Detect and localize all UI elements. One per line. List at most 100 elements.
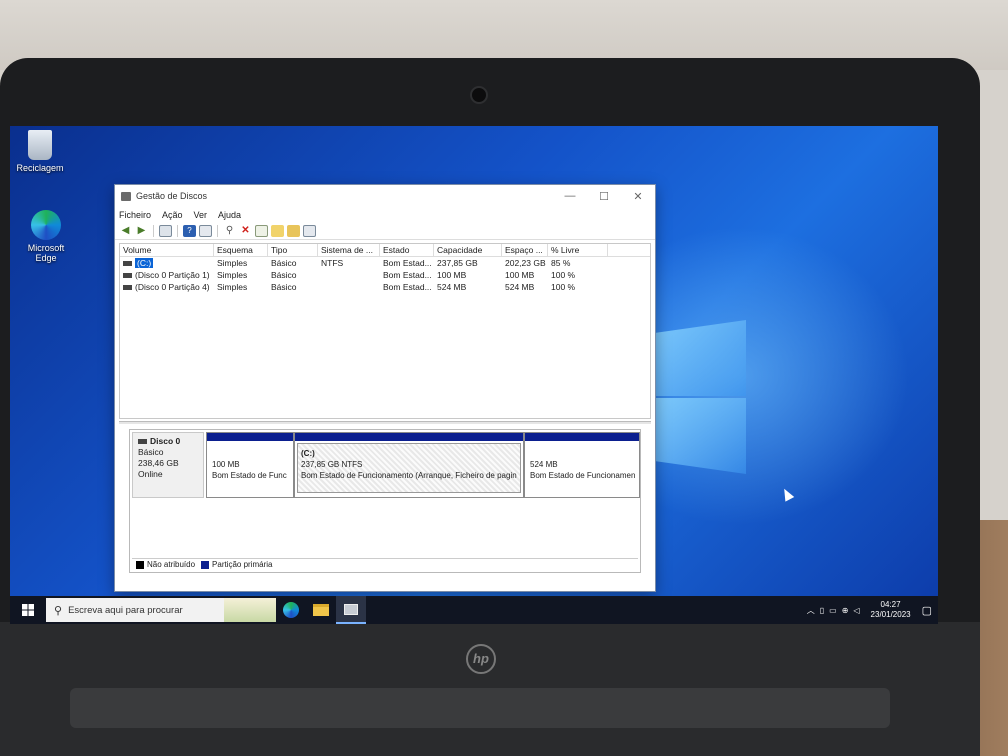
device-icon[interactable]: ▯: [820, 606, 824, 615]
primary-partition-band: [207, 433, 293, 441]
table-cell: 100 %: [551, 282, 576, 292]
chevron-up-icon[interactable]: ︿: [807, 605, 815, 616]
column-header[interactable]: Esquema: [214, 244, 268, 256]
menu-file[interactable]: Ficheiro: [119, 210, 151, 220]
partition-size: 100 MB: [212, 460, 240, 469]
disk-management-window[interactable]: Gestão de Discos — ☐ ✕ Ficheiro Ação Ver…: [114, 184, 656, 592]
folder-up-icon[interactable]: [271, 224, 284, 237]
pane-splitter[interactable]: [119, 421, 651, 424]
desktop-icon-label: Microsoft Edge: [27, 243, 65, 263]
taskbar-search-box[interactable]: ⚲ Escreva aqui para procurar: [46, 598, 276, 622]
table-cell: 524 MB: [505, 282, 535, 292]
table-cell: Básico: [271, 270, 297, 280]
drive-icon: [123, 261, 132, 267]
connect-icon[interactable]: ⚲: [223, 225, 236, 237]
table-cell: [318, 281, 380, 293]
primary-partition-band: [295, 433, 523, 441]
table-cell: [318, 269, 380, 281]
column-header[interactable]: Sistema de ...: [318, 244, 380, 256]
search-icon: ⚲: [54, 604, 63, 617]
drive-icon: [123, 285, 132, 291]
check-icon[interactable]: [255, 224, 268, 237]
menu-action[interactable]: Ação: [162, 210, 183, 220]
partition-c[interactable]: (C:) 237,85 GB NTFS Bom Estado de Funcio…: [294, 432, 524, 498]
help-icon[interactable]: ?: [183, 224, 196, 237]
menu-help[interactable]: Ajuda: [218, 210, 241, 220]
column-header[interactable]: % Livre: [548, 244, 608, 256]
system-tray: ︿ ▯ ▭ ⊕ ◁ 04:27 23/01/2023 ▢: [807, 600, 938, 620]
partition-details: (C:) 237,85 GB NTFS Bom Estado de Funcio…: [297, 443, 521, 493]
legend-label: Não atribuído: [147, 560, 196, 569]
clock-time: 04:27: [880, 600, 901, 609]
column-header[interactable]: Estado: [380, 244, 434, 256]
taskbar-file-explorer[interactable]: [306, 596, 336, 624]
disk-name: Disco 0: [150, 436, 181, 446]
volume-cell: (Disco 0 Partição 4): [120, 281, 214, 293]
table-cell: NTFS: [321, 258, 344, 268]
volume-icon[interactable]: ◁: [853, 606, 859, 615]
table-cell: 524 MB: [437, 282, 467, 292]
partition-status: Bom Estado de Funcionamen: [530, 471, 636, 480]
taskbar-disk-management[interactable]: [336, 596, 366, 624]
partition-4[interactable]: 524 MB Bom Estado de Funcionamen: [524, 432, 640, 498]
table-row[interactable]: (C:) Simples Básico NTFS Bom Estad... 23…: [120, 257, 650, 269]
column-header[interactable]: Espaço ...: [502, 244, 548, 256]
legend: Não atribuído Partição primária: [132, 558, 638, 570]
toolbar-separator: [217, 224, 218, 237]
desktop-icon-edge[interactable]: Microsoft Edge: [16, 210, 76, 263]
edge-icon: [31, 210, 61, 240]
maximize-button[interactable]: ☐: [587, 190, 621, 203]
table-cell: Bom Estad...: [383, 282, 432, 292]
battery-icon[interactable]: ▭: [829, 606, 837, 615]
partition-size: 237,85 GB NTFS: [301, 460, 363, 469]
console-tree-icon[interactable]: [159, 224, 172, 237]
disk-info-panel[interactable]: Disco 0 Básico 238,46 GB Online: [132, 432, 204, 498]
list-view-icon[interactable]: [303, 224, 316, 237]
disk-size: 238,46 GB: [138, 458, 179, 468]
table-cell: 100 MB: [505, 270, 535, 280]
close-button[interactable]: ✕: [621, 190, 655, 203]
desktop-icon-recycle-bin[interactable]: Reciclagem: [10, 130, 70, 173]
search-highlight-art: [224, 598, 276, 622]
toolbar-separator: [153, 224, 154, 237]
back-arrow-icon[interactable]: ◀: [119, 225, 132, 237]
volume-cell: (Disco 0 Partição 1): [120, 269, 214, 281]
network-globe-icon[interactable]: ⊕: [842, 606, 849, 615]
partition-status: Bom Estado de Funcionamento (Arranque, F…: [301, 471, 517, 480]
partition-details: 524 MB Bom Estado de Funcionamen: [527, 443, 637, 493]
table-cell: 100 MB: [437, 270, 467, 280]
title-bar[interactable]: Gestão de Discos — ☐ ✕: [115, 185, 655, 207]
delete-icon[interactable]: ✕: [239, 225, 252, 237]
disk-management-icon: [344, 603, 358, 615]
table-cell: Básico: [271, 282, 297, 292]
recycle-bin-icon: [28, 130, 52, 160]
table-cell: Bom Estad...: [383, 270, 432, 280]
edge-icon: [283, 602, 299, 618]
volume-name: (Disco 0 Partição 4): [135, 282, 210, 292]
partition-details: 100 MB Bom Estado de Func: [209, 443, 291, 493]
table-row[interactable]: (Disco 0 Partição 1) Simples Básico Bom …: [120, 269, 650, 281]
clock[interactable]: 04:27 23/01/2023: [871, 600, 911, 620]
taskbar-edge[interactable]: [276, 596, 306, 624]
disk-title: Disco 0: [138, 436, 198, 447]
table-cell: Simples: [217, 282, 248, 292]
column-header[interactable]: Volume: [120, 244, 214, 256]
notification-icon[interactable]: ▢: [922, 604, 932, 617]
partition-1[interactable]: 100 MB Bom Estado de Func: [206, 432, 294, 498]
forward-arrow-icon[interactable]: ▶: [135, 225, 148, 237]
column-header[interactable]: Capacidade: [434, 244, 502, 256]
table-cell: Simples: [217, 258, 248, 268]
minimize-button[interactable]: —: [553, 190, 587, 203]
disk-graphical-view: Disco 0 Básico 238,46 GB Online 100 MB B…: [129, 429, 641, 573]
menu-bar: Ficheiro Ação Ver Ajuda: [115, 207, 655, 222]
table-cell: 100 %: [551, 270, 576, 280]
properties-icon[interactable]: [199, 224, 212, 237]
column-header[interactable]: Tipo: [268, 244, 318, 256]
taskbar: ⚲ Escreva aqui para procurar ︿ ▯ ▭ ⊕ ◁ 0…: [10, 596, 938, 624]
start-button[interactable]: [10, 596, 46, 624]
menu-view[interactable]: Ver: [194, 210, 208, 220]
table-row[interactable]: (Disco 0 Partição 4) Simples Básico Bom …: [120, 281, 650, 293]
legend-label: Partição primária: [212, 560, 273, 569]
drive-icon: [123, 273, 132, 279]
folder-search-icon[interactable]: [287, 224, 300, 237]
